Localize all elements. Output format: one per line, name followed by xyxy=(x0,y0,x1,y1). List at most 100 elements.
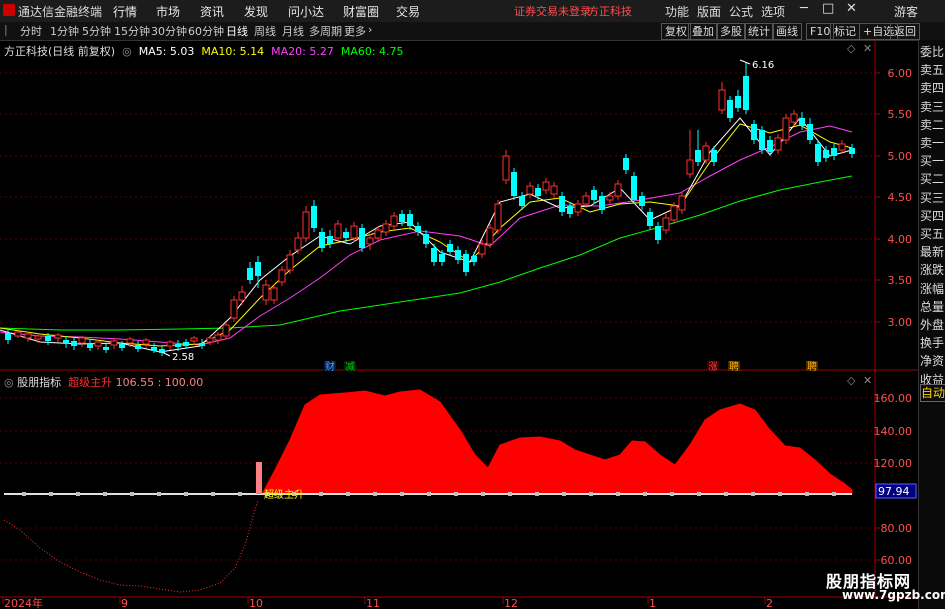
sidebar-item[interactable]: 买一 xyxy=(920,153,945,169)
indicator-settings-icon[interactable]: ◇ xyxy=(847,374,856,387)
event-marker-cai: 财 xyxy=(325,360,335,373)
price-axis-label: 3.50 xyxy=(888,274,913,287)
candle-body xyxy=(390,215,398,227)
sidebar-item[interactable]: 涨幅 xyxy=(920,281,945,297)
indicator-name[interactable]: 股朋指标 xyxy=(17,376,61,389)
sidebar-top-number xyxy=(920,24,945,32)
baseline-marker xyxy=(562,492,566,496)
baseline-marker xyxy=(643,492,647,496)
candle-body xyxy=(399,214,405,222)
candle-body xyxy=(838,143,846,151)
sidebar-item[interactable]: 净资 xyxy=(920,353,945,369)
candle-body xyxy=(94,341,102,347)
indicator-axis-label: 160.00 xyxy=(874,392,913,405)
candle-body xyxy=(751,124,757,140)
baseline-marker xyxy=(346,492,350,496)
date-axis-label: 1 xyxy=(649,597,656,609)
candle-body xyxy=(542,181,550,191)
candle-body xyxy=(582,195,590,205)
baseline-marker xyxy=(427,492,431,496)
candle-body xyxy=(614,183,622,197)
candle-body xyxy=(294,237,302,251)
candle-body xyxy=(639,196,645,206)
candle-body xyxy=(78,337,86,344)
candle-body xyxy=(807,124,813,140)
date-axis-label: 2 xyxy=(766,597,773,609)
indicator-area xyxy=(261,389,853,495)
sidebar-item[interactable]: 最新 xyxy=(920,244,945,260)
low-price-label: 2.58 xyxy=(172,352,194,363)
baseline-marker xyxy=(751,492,755,496)
sidebar-item[interactable]: 卖五 xyxy=(920,62,945,78)
event-marker-zhang: 涨 xyxy=(708,361,718,373)
sidebar-item[interactable]: 买五 xyxy=(920,226,945,242)
sidebar-item[interactable]: 买四 xyxy=(920,208,945,224)
candle-body xyxy=(670,205,678,221)
panel-settings-icon[interactable]: ◇ xyxy=(847,42,856,55)
sidebar-item[interactable]: 自动 xyxy=(920,384,945,402)
baseline-marker xyxy=(184,492,188,496)
candle-body xyxy=(526,185,534,195)
baseline-marker xyxy=(130,492,134,496)
candle-body xyxy=(550,185,558,195)
candle-body xyxy=(599,196,605,210)
indicator-settings-small-icon[interactable]: ◎ xyxy=(4,376,14,389)
event-marker-pin: 聘 xyxy=(807,360,817,373)
sidebar-item[interactable]: 换手 xyxy=(920,335,945,351)
indicator-series-name: 超级主升 xyxy=(68,376,113,389)
sidebar-item[interactable]: 卖一 xyxy=(920,135,945,151)
candle-body xyxy=(774,137,782,151)
candle-body xyxy=(63,340,69,344)
candle-body xyxy=(415,226,421,232)
sidebar-item[interactable]: 委比 xyxy=(920,44,945,60)
candle-body xyxy=(34,335,42,340)
candle-body xyxy=(343,232,349,238)
candle-body xyxy=(24,333,32,339)
candle-body xyxy=(447,244,453,252)
candle-body xyxy=(222,324,230,337)
indicator-close-icon[interactable]: ✕ xyxy=(863,374,872,387)
sidebar-item[interactable]: 总量 xyxy=(920,299,945,315)
sidebar-item[interactable]: 卖三 xyxy=(920,99,945,115)
candle-body xyxy=(799,118,805,126)
price-axis-label: 6.00 xyxy=(888,67,913,80)
price-axis-label: 4.00 xyxy=(888,233,913,246)
candle-body xyxy=(559,196,565,212)
candle-body xyxy=(790,113,798,123)
candle-body xyxy=(535,188,541,196)
sidebar-item[interactable]: 买二 xyxy=(920,171,945,187)
sidebar-item[interactable]: 买三 xyxy=(920,190,945,206)
baseline-marker xyxy=(211,492,215,496)
baseline-marker xyxy=(778,492,782,496)
baseline-marker xyxy=(589,492,593,496)
candle-body xyxy=(431,248,437,262)
candle-body xyxy=(849,148,855,154)
candle-body xyxy=(511,172,517,196)
candle-body xyxy=(662,217,670,231)
chart-canvas[interactable]: 6.00 5.50 5.00 4.50 4.00 3.50 3.00 160.0… xyxy=(0,0,918,609)
candle-body xyxy=(502,155,510,181)
sidebar-item[interactable]: 涨跌 xyxy=(920,262,945,278)
baseline-marker xyxy=(238,492,242,496)
candle-body xyxy=(334,223,342,239)
candle-body xyxy=(142,339,150,345)
candle-body xyxy=(423,234,429,244)
candle-body xyxy=(623,158,629,170)
price-axis-label: 3.00 xyxy=(888,316,913,329)
baseline-marker xyxy=(670,492,674,496)
sidebar-item[interactable]: 卖二 xyxy=(920,117,945,133)
baseline-marker xyxy=(697,492,701,496)
candle-body xyxy=(767,140,773,152)
sidebar-item[interactable]: 外盘 xyxy=(920,317,945,333)
high-price-label: 6.16 xyxy=(752,60,774,71)
candle-body xyxy=(214,334,222,341)
candle-body xyxy=(278,269,286,283)
candle-body xyxy=(87,344,93,348)
candle-body xyxy=(647,212,653,226)
candle-body xyxy=(743,76,749,110)
panel-close-icon[interactable]: ✕ xyxy=(863,42,872,55)
candle-body xyxy=(126,338,134,344)
sidebar-item[interactable]: 卖四 xyxy=(920,80,945,96)
baseline-marker xyxy=(616,492,620,496)
candle-body xyxy=(606,195,614,201)
